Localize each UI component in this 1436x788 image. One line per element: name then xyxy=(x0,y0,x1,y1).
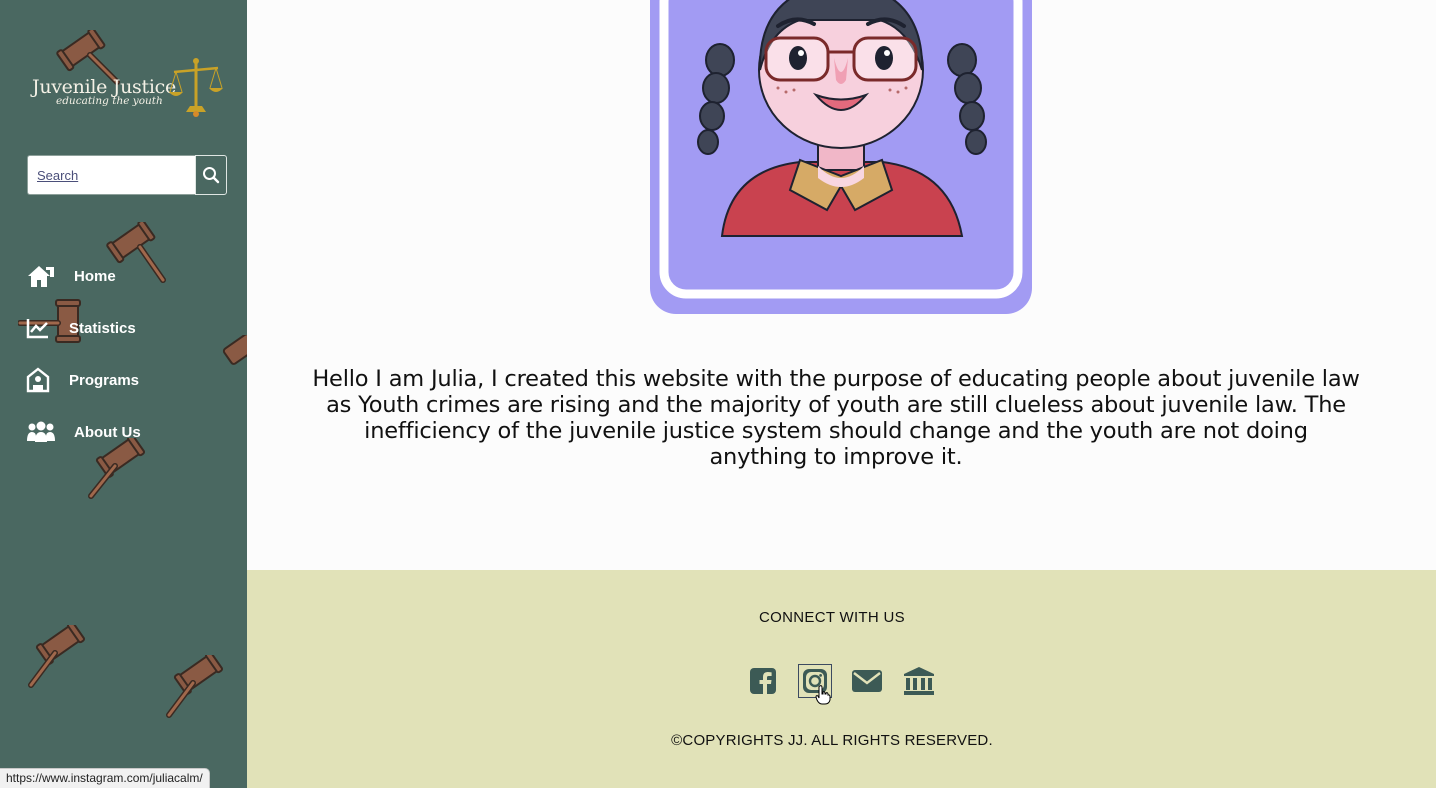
landmark-link[interactable] xyxy=(903,665,935,697)
search-bar xyxy=(27,155,227,195)
main-content: Hello I am Julia, I created this website… xyxy=(247,0,1436,570)
landmark-icon xyxy=(904,667,934,695)
nav-programs[interactable]: Programs xyxy=(26,363,139,397)
envelope-icon xyxy=(852,670,882,692)
logo-subtitle: educating the youth xyxy=(56,95,163,107)
gavel-decoration-icon xyxy=(28,625,86,688)
status-bar-url: https://www.instagram.com/juliacalm/ xyxy=(0,768,210,788)
hand-cursor-icon xyxy=(815,685,831,705)
facebook-icon xyxy=(750,668,776,694)
nav-home-label: Home xyxy=(74,267,116,285)
search-input[interactable] xyxy=(27,155,195,195)
users-icon xyxy=(26,418,74,446)
school-icon xyxy=(26,366,69,394)
nav-about-us[interactable]: About Us xyxy=(26,415,141,449)
sidebar: Juvenile Justice educating the youth Sea… xyxy=(0,0,247,788)
home-icon xyxy=(26,262,74,290)
facebook-link[interactable] xyxy=(747,665,779,697)
email-link[interactable] xyxy=(851,665,883,697)
nav-about-us-label: About Us xyxy=(74,423,141,441)
nav-home[interactable]: Home xyxy=(26,259,116,293)
search-icon xyxy=(203,167,220,184)
social-links xyxy=(747,664,935,698)
scales-of-justice-icon xyxy=(169,58,223,117)
search-button[interactable] xyxy=(195,155,227,195)
connect-heading: CONNECT WITH US xyxy=(759,609,905,626)
gavel-decoration-icon xyxy=(166,655,224,718)
site-logo[interactable]: Juvenile Justice educating the youth xyxy=(30,52,225,122)
gavel-decoration-icon xyxy=(222,335,247,365)
nav-statistics[interactable]: Statistics xyxy=(26,311,136,345)
about-bio-text: Hello I am Julia, I created this website… xyxy=(312,366,1360,470)
nav-programs-label: Programs xyxy=(69,371,140,389)
copyright-text: ©COPYRIGHTS JJ. ALL RIGHTS RESERVED. xyxy=(671,732,993,749)
nav-statistics-label: Statistics xyxy=(69,319,136,337)
chart-line-icon xyxy=(26,314,69,342)
julia-avatar-illustration xyxy=(650,0,1032,314)
footer: CONNECT WITH US ©COPYRIGHTS JJ. ALL RIGH… xyxy=(247,570,1436,788)
